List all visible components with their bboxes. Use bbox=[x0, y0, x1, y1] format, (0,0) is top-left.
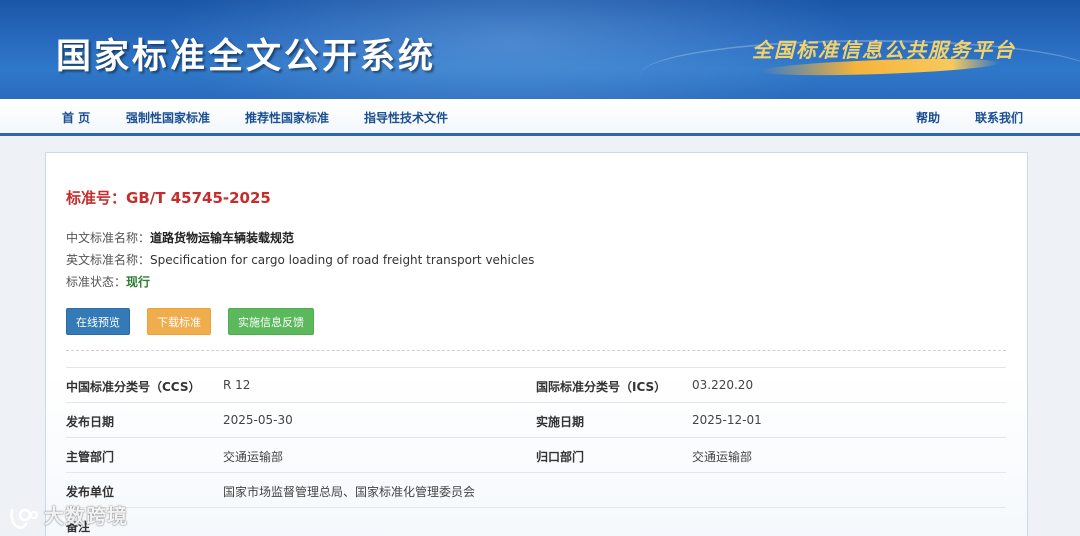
implement-date-label: 实施日期 bbox=[536, 415, 585, 429]
table-divider bbox=[66, 507, 1006, 508]
site-title: 国家标准全文公开系统 bbox=[56, 36, 437, 77]
cn-name-label: 中文标准名称： bbox=[66, 231, 151, 245]
centralized-dept-value: 交通运输部 bbox=[692, 450, 753, 464]
implementation-feedback-button[interactable]: 实施信息反馈 bbox=[228, 308, 314, 335]
implement-date-value: 2025-12-01 bbox=[692, 413, 762, 427]
en-name-label: 英文标准名称： bbox=[66, 253, 151, 267]
watermark-logo-icon bbox=[10, 508, 38, 529]
main-nav: 首 页 强制性国家标准 推荐性国家标准 指导性技术文件 帮助 联系我们 bbox=[0, 99, 1080, 136]
table-divider bbox=[66, 402, 1006, 403]
centralized-dept-label: 归口部门 bbox=[536, 450, 585, 464]
standard-detail-card: 标准号：GB/T 45745-2025 中文标准名称：道路货物运输车辆装载规范 … bbox=[45, 152, 1028, 536]
publish-date-value: 2025-05-30 bbox=[223, 413, 293, 427]
ccs-value: R 12 bbox=[223, 378, 251, 392]
watermark-text: 大数跨境 bbox=[44, 504, 128, 528]
table-divider bbox=[66, 472, 1006, 473]
standard-number: GB/T 45745-2025 bbox=[126, 189, 271, 207]
ics-label: 国际标准分类号（ICS） bbox=[536, 380, 667, 394]
cn-name-row: 中文标准名称：道路货物运输车辆装载规范 bbox=[66, 229, 294, 246]
table-divider bbox=[66, 437, 1006, 438]
standard-number-heading: 标准号：GB/T 45745-2025 bbox=[66, 187, 271, 208]
ccs-label: 中国标准分类号（CCS） bbox=[66, 380, 201, 394]
publish-date-label: 发布日期 bbox=[66, 415, 115, 429]
competent-dept-label: 主管部门 bbox=[66, 450, 115, 464]
en-name-value: Specification for cargo loading of road … bbox=[150, 253, 535, 267]
header-banner: 国家标准全文公开系统 全国标准信息公共服务平台 bbox=[0, 0, 1080, 99]
watermark: 大数跨境 bbox=[8, 500, 128, 530]
nav-guidance-documents[interactable]: 指导性技术文件 bbox=[364, 109, 448, 126]
nav-help[interactable]: 帮助 bbox=[916, 109, 940, 126]
site-slogan: 全国标准信息公共服务平台 bbox=[752, 38, 1016, 62]
table-divider bbox=[66, 367, 1006, 368]
nav-contact-us[interactable]: 联系我们 bbox=[975, 109, 1023, 126]
section-divider bbox=[66, 350, 1006, 351]
online-preview-button[interactable]: 在线预览 bbox=[66, 308, 130, 335]
download-standard-button[interactable]: 下载标准 bbox=[147, 308, 211, 335]
standard-number-prefix: 标准号： bbox=[66, 189, 127, 207]
nav-home[interactable]: 首 页 bbox=[62, 109, 90, 126]
cn-name-value: 道路货物运输车辆装载规范 bbox=[150, 231, 295, 245]
issuer-label: 发布单位 bbox=[66, 485, 115, 499]
ics-value: 03.220.20 bbox=[692, 378, 754, 392]
status-row: 标准状态：现行 bbox=[66, 273, 150, 290]
issuer-value: 国家市场监督管理总局、国家标准化管理委员会 bbox=[223, 485, 476, 499]
status-badge: 现行 bbox=[126, 275, 151, 289]
nav-mandatory-standards[interactable]: 强制性国家标准 bbox=[126, 109, 210, 126]
status-label: 标准状态： bbox=[66, 275, 127, 289]
en-name-row: 英文标准名称：Specification for cargo loading o… bbox=[66, 251, 534, 268]
nav-recommended-standards[interactable]: 推荐性国家标准 bbox=[245, 109, 329, 126]
competent-dept-value: 交通运输部 bbox=[223, 450, 284, 464]
